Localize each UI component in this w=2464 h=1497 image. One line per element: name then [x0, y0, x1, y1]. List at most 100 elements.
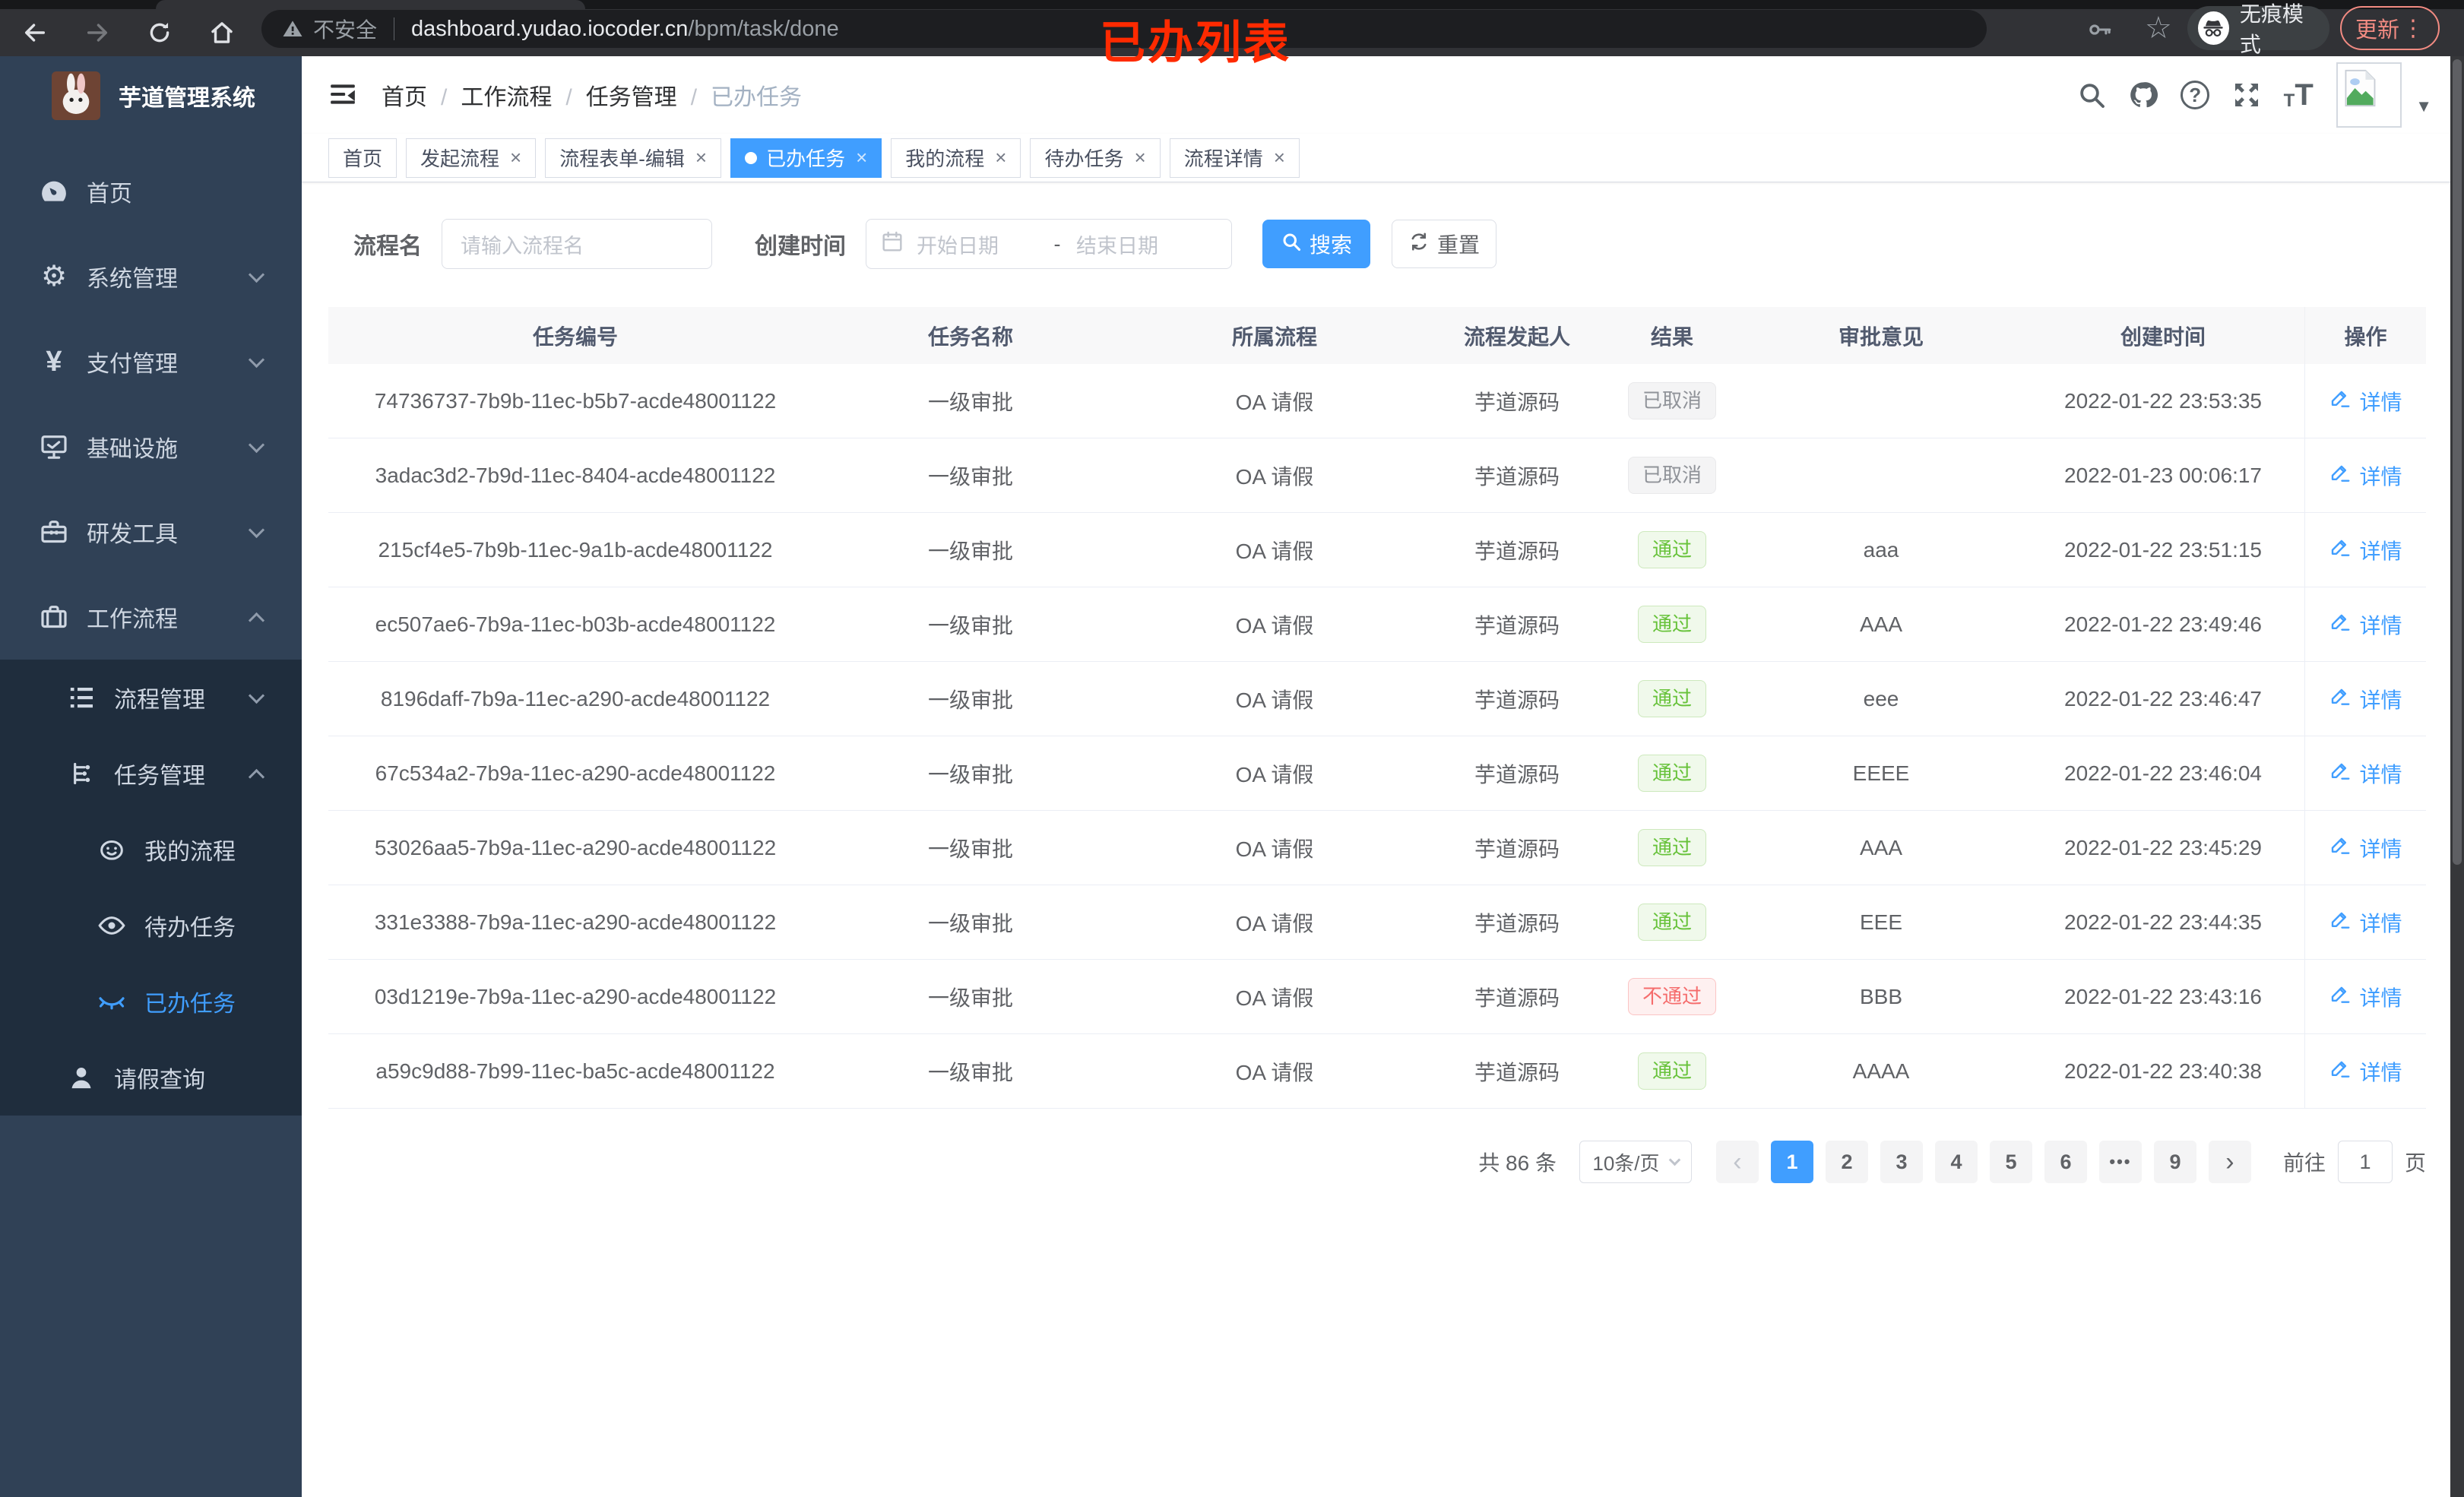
sidebar-item[interactable]: ¥ 支付管理 [0, 319, 302, 404]
browser-back-button[interactable] [15, 13, 55, 52]
page-scrollbar[interactable] [2450, 56, 2464, 1497]
sidebar-item[interactable]: 工作流程 [0, 574, 302, 660]
app-logo-row[interactable]: 芋道管理系统 [0, 56, 302, 135]
browser-home-button[interactable] [202, 13, 242, 52]
github-icon[interactable] [2117, 69, 2169, 121]
table-row: 215cf4e5-7b9b-11ec-9a1b-acde48001122 一级审… [328, 513, 2426, 587]
page-number-button[interactable]: 9 [2153, 1141, 2196, 1183]
sidebar-item[interactable]: 研发工具 [0, 489, 302, 574]
app-logo [52, 71, 100, 120]
detail-link[interactable]: 详情 [2329, 386, 2402, 416]
annotation-done-list: 已办列表 [1100, 17, 1291, 68]
sidebar-item[interactable]: 首页 [0, 149, 302, 234]
breadcrumb-item[interactable]: 已办任务 [711, 78, 802, 112]
page-number-button[interactable]: 6 [2044, 1141, 2087, 1183]
browser-active-tab[interactable] [156, 0, 585, 9]
sidebar-item[interactable]: 待办任务 [0, 888, 302, 964]
sidebar-item[interactable]: ⚙ 系统管理 [0, 234, 302, 319]
search-button[interactable]: 搜索 [1262, 220, 1370, 268]
sidebar-item[interactable]: 流程管理 [0, 660, 302, 736]
prev-page-button[interactable]: ‹ [1715, 1141, 1759, 1183]
browser-update-button[interactable]: 更新 ⋮ [2340, 6, 2440, 50]
tab-close-icon[interactable]: × [510, 146, 521, 169]
chevron-icon [248, 687, 265, 704]
browser-menu-dots-icon[interactable]: ⋮ [2402, 15, 2424, 42]
page-number-button[interactable]: 1 [1770, 1141, 1813, 1183]
page-number-button[interactable]: 3 [1880, 1141, 1923, 1183]
search-icon[interactable] [2066, 69, 2117, 121]
tab-close-icon[interactable]: × [1135, 146, 1146, 169]
detail-link[interactable]: 详情 [2329, 460, 2402, 491]
avatar[interactable] [2336, 62, 2402, 128]
browser-reload-button[interactable] [140, 13, 179, 52]
cell-opinion: eee [1863, 686, 1899, 711]
edit-pencil-icon [2329, 908, 2352, 936]
caret-down-icon[interactable]: ▼ [2415, 97, 2432, 116]
reset-button[interactable]: 重置 [1392, 220, 1496, 268]
cell-process: OA 请假 [1235, 464, 1314, 489]
detail-link[interactable]: 详情 [2329, 833, 2402, 863]
cell-actions: 详情 [2304, 513, 2426, 587]
tab[interactable]: 流程表单-编辑 × [545, 138, 722, 178]
not-secure-label: 不安全 [313, 18, 378, 42]
breadcrumb-item[interactable]: 工作流程 [461, 78, 585, 112]
sidebar-item[interactable]: 请假查询 [0, 1040, 302, 1116]
scrollbar-thumb[interactable] [2453, 59, 2462, 865]
tab[interactable]: 发起流程 × [406, 138, 537, 178]
sidebar-item[interactable]: 已办任务 [0, 964, 302, 1040]
tab[interactable]: 待办任务 × [1030, 138, 1161, 178]
tab[interactable]: 我的流程 × [891, 138, 1021, 178]
page-number-button[interactable]: 5 [1989, 1141, 2032, 1183]
start-date-input[interactable]: 开始日期 [917, 229, 1038, 259]
help-icon[interactable]: ? [2169, 69, 2221, 121]
cell-opinion: aaa [1863, 537, 1899, 562]
detail-link[interactable]: 详情 [2329, 758, 2402, 789]
cell-created: 2022-01-22 23:53:35 [2064, 388, 2262, 413]
detail-link[interactable]: 详情 [2329, 609, 2402, 640]
password-key-icon[interactable] [2087, 17, 2113, 43]
page-size-select[interactable]: 10条/页 [1579, 1141, 1692, 1183]
fullscreen-icon[interactable] [2221, 69, 2272, 121]
detail-link[interactable]: 详情 [2329, 1056, 2402, 1087]
tab-close-icon[interactable]: × [995, 146, 1006, 169]
col-header-task-id: 任务编号 [532, 324, 618, 349]
edit-pencil-icon [2329, 387, 2352, 415]
tab[interactable]: 流程详情 × [1169, 138, 1300, 178]
sidebar-item[interactable]: 基础设施 [0, 404, 302, 489]
bookmark-star-icon[interactable]: ☆ [2145, 11, 2172, 46]
breadcrumb-item[interactable]: 任务管理 [586, 78, 711, 112]
cell-task-id: 3adac3d2-7b9d-11ec-8404-acde48001122 [375, 463, 776, 487]
not-secure-warning-icon[interactable] [281, 17, 304, 40]
tab-close-icon[interactable]: × [1274, 146, 1285, 169]
end-date-input[interactable]: 结束日期 [1076, 229, 1218, 259]
process-name-input[interactable]: 请输入流程名 [442, 219, 712, 269]
cell-created: 2022-01-23 00:06:17 [2064, 463, 2262, 487]
page-number-button[interactable]: ••• [2098, 1141, 2142, 1183]
date-range-picker[interactable]: 开始日期 - 结束日期 [866, 219, 1232, 269]
tab[interactable]: 首页 [328, 138, 397, 178]
detail-link[interactable]: 详情 [2329, 684, 2402, 714]
font-size-icon[interactable]: TT [2272, 69, 2324, 121]
breadcrumb-item[interactable]: 首页 [382, 78, 461, 112]
tab[interactable]: 已办任务 × [730, 138, 882, 178]
chevron-icon [248, 266, 265, 283]
detail-link[interactable]: 详情 [2329, 982, 2402, 1012]
cell-process: OA 请假 [1235, 390, 1314, 414]
detail-link[interactable]: 详情 [2329, 535, 2402, 565]
sidebar-item[interactable]: 任务管理 [0, 736, 302, 812]
sidebar: 芋道管理系统 首页 ⚙ 系统管理 ¥ 支付管理 基础设施 研发工具 工作流程 流… [0, 56, 302, 1497]
sidebar-item[interactable]: 我的流程 [0, 812, 302, 888]
col-header-result: 结果 [1650, 324, 1693, 349]
status-badge: 通过 [1637, 605, 1706, 644]
page-number-button[interactable]: 2 [1825, 1141, 1868, 1183]
goto-page-input[interactable]: 1 [2337, 1141, 2393, 1183]
next-page-button[interactable]: › [2208, 1141, 2251, 1183]
page-number-button[interactable]: 4 [1934, 1141, 1978, 1183]
col-header-opinion: 审批意见 [1838, 324, 1924, 349]
browser-forward-button[interactable] [78, 13, 117, 52]
cell-actions: 详情 [2304, 438, 2426, 512]
sidebar-collapse-icon[interactable] [327, 80, 360, 110]
detail-link[interactable]: 详情 [2329, 907, 2402, 938]
tab-close-icon[interactable]: × [856, 146, 867, 169]
tab-close-icon[interactable]: × [695, 146, 707, 169]
